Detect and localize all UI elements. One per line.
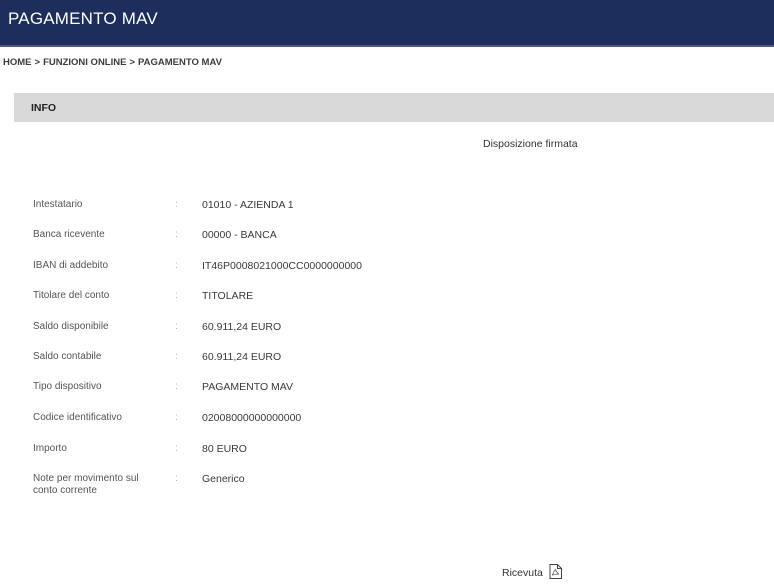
breadcrumb-separator: > bbox=[34, 57, 41, 68]
detail-label: IBAN di addebito bbox=[33, 260, 109, 271]
detail-colon: : bbox=[175, 412, 178, 423]
page-title: PAGAMENTO MAV bbox=[8, 9, 158, 28]
detail-row-banca-ricevente: Banca ricevente : 00000 - BANCA bbox=[0, 229, 774, 259]
detail-row-titolare: Titolare del conto : TITOLARE bbox=[0, 290, 774, 320]
detail-label-line2: conto corrente bbox=[33, 485, 97, 496]
header-divider bbox=[0, 45, 774, 47]
detail-colon: : bbox=[175, 381, 178, 392]
breadcrumb-home[interactable]: HOME bbox=[3, 57, 32, 68]
pdf-document-icon[interactable] bbox=[549, 564, 562, 582]
detail-value: 80 EURO bbox=[202, 443, 247, 455]
detail-label: Banca ricevente bbox=[33, 229, 105, 240]
detail-row-saldo-disponibile: Saldo disponibile : 60.911,24 EURO bbox=[0, 321, 774, 351]
detail-label: Note per movimento sul conto corrente bbox=[33, 473, 163, 497]
detail-label: Tipo dispositivo bbox=[33, 381, 102, 392]
detail-row-codice-identificativo: Codice identificativo : 0200800000000000… bbox=[0, 412, 774, 442]
status-text: Disposizione firmata bbox=[483, 138, 578, 150]
receipt-link[interactable]: Ricevuta bbox=[502, 564, 562, 582]
detail-colon: : bbox=[175, 473, 178, 484]
detail-value: Generico bbox=[202, 473, 245, 485]
breadcrumb-separator: > bbox=[129, 57, 136, 68]
detail-label: Codice identificativo bbox=[33, 412, 122, 423]
detail-colon: : bbox=[175, 321, 178, 332]
detail-value: 02008000000000000 bbox=[202, 412, 302, 424]
detail-value: 60.911,24 EURO bbox=[202, 321, 282, 333]
detail-colon: : bbox=[175, 443, 178, 454]
page-header: PAGAMENTO MAV bbox=[0, 0, 774, 45]
detail-colon: : bbox=[175, 260, 178, 271]
detail-row-iban: IBAN di addebito : IT46P0008021000CC0000… bbox=[0, 260, 774, 290]
detail-row-importo: Importo : 80 EURO bbox=[0, 443, 774, 473]
detail-colon: : bbox=[175, 199, 178, 210]
detail-label: Importo bbox=[33, 443, 67, 454]
detail-label: Saldo contabile bbox=[33, 351, 102, 362]
detail-value: 01010 - AZIENDA 1 bbox=[202, 199, 294, 211]
detail-row-tipo-dispositivo: Tipo dispositivo : PAGAMENTO MAV bbox=[0, 381, 774, 411]
detail-colon: : bbox=[175, 229, 178, 240]
breadcrumb-funzioni-online[interactable]: FUNZIONI ONLINE bbox=[43, 57, 126, 68]
detail-label: Intestatario bbox=[33, 199, 83, 210]
detail-value: 60.911,24 EURO bbox=[202, 351, 282, 363]
detail-label: Titolare del conto bbox=[33, 290, 110, 301]
detail-label: Saldo disponibile bbox=[33, 321, 109, 332]
detail-value: TITOLARE bbox=[202, 290, 254, 302]
breadcrumb-current: PAGAMENTO MAV bbox=[138, 57, 222, 68]
receipt-label: Ricevuta bbox=[502, 567, 543, 579]
detail-colon: : bbox=[175, 351, 178, 362]
info-section-title: INFO bbox=[31, 102, 57, 114]
detail-row-saldo-contabile: Saldo contabile : 60.911,24 EURO bbox=[0, 351, 774, 381]
detail-value: PAGAMENTO MAV bbox=[202, 381, 294, 393]
breadcrumb: HOME > FUNZIONI ONLINE > PAGAMENTO MAV bbox=[3, 57, 222, 68]
detail-row-note: Note per movimento sul conto corrente : G… bbox=[0, 473, 774, 503]
detail-row-intestatario: Intestatario : 01010 - AZIENDA 1 bbox=[0, 199, 774, 229]
detail-value: IT46P0008021000CC0000000000 bbox=[202, 260, 362, 272]
detail-label-line1: Note per movimento sul bbox=[33, 473, 139, 484]
detail-colon: : bbox=[175, 290, 178, 301]
detail-value: 00000 - BANCA bbox=[202, 229, 277, 241]
info-section-header: INFO bbox=[14, 93, 774, 122]
